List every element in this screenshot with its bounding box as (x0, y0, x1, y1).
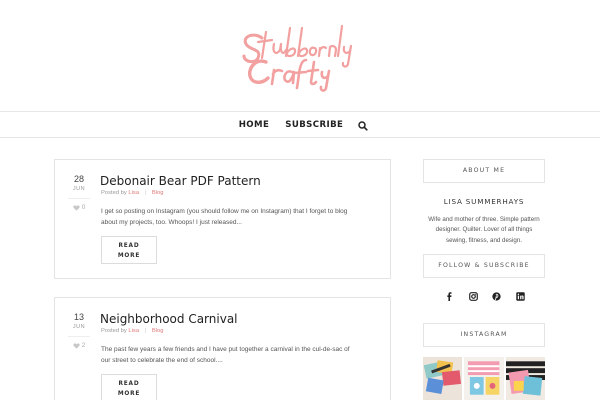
posted-by-label: Posted by (101, 328, 127, 334)
read-more-line-1: READ (118, 243, 140, 249)
post-title[interactable]: Neighborhood Carnival (100, 312, 238, 326)
nav-subscribe[interactable]: SUBSCRIBE (285, 120, 343, 130)
post-date: 28 JUN 0 (67, 174, 91, 211)
instagram-feed (423, 357, 545, 400)
like-counter[interactable]: 0 (67, 204, 91, 211)
author-link[interactable]: Lisa (128, 328, 139, 334)
category-link[interactable]: Blog (152, 328, 164, 334)
instagram-photo[interactable] (464, 357, 504, 400)
main-nav: HOME SUBSCRIBE (0, 111, 600, 138)
post-excerpt: I get so posting on Instagram (you shoul… (101, 208, 348, 226)
social-links (445, 290, 525, 302)
post-month: JUN (72, 324, 86, 330)
meta-separator: | (144, 190, 147, 196)
read-more-button[interactable]: READ MORE (101, 374, 157, 400)
like-count: 0 (81, 204, 86, 211)
instagram-photo[interactable] (423, 357, 463, 400)
read-more-line-2: MORE (117, 253, 141, 259)
pinterest-icon[interactable] (492, 291, 501, 301)
category-link[interactable]: Blog (152, 190, 164, 196)
posted-by-label: Posted by (101, 190, 127, 196)
author-name: LISA SUMMERHAYS (443, 197, 525, 206)
read-more-button[interactable]: READ MORE (101, 236, 157, 264)
post-day: 13 (73, 312, 84, 322)
instagram-photo[interactable] (505, 357, 545, 400)
linkedin-icon[interactable] (516, 291, 525, 301)
author-bio: Wife and mother of three. Simple pattern… (428, 216, 540, 244)
read-more-line-1: READ (118, 381, 140, 387)
post-meta: Posted by Lisa | Blog (101, 328, 163, 334)
read-more-line-2: MORE (117, 391, 141, 397)
post-meta: Posted by Lisa | Blog (101, 190, 163, 196)
like-count: 2 (81, 342, 86, 349)
about-me-title: ABOUT ME (423, 159, 545, 183)
post-title[interactable]: Debonair Bear PDF Pattern (100, 174, 261, 188)
site-logo[interactable] (232, 18, 368, 92)
facebook-icon[interactable] (445, 291, 454, 301)
instagram-icon[interactable] (468, 291, 478, 301)
date-divider (68, 336, 90, 337)
author-link[interactable]: Lisa (128, 190, 139, 196)
post-month: JUN (72, 186, 86, 192)
nav-home[interactable]: HOME (239, 120, 270, 130)
instagram-title: INSTAGRAM (423, 323, 545, 347)
search-icon[interactable] (357, 119, 369, 131)
date-divider (68, 198, 90, 199)
post-day: 28 (73, 174, 84, 184)
follow-subscribe-title: FOLLOW & SUBSCRIBE (423, 254, 545, 278)
meta-separator: | (144, 328, 147, 334)
heart-icon (73, 342, 80, 349)
post-date: 13 JUN 2 (67, 312, 91, 349)
heart-icon (73, 204, 80, 211)
like-counter[interactable]: 2 (67, 342, 91, 349)
post-excerpt: The past few years a few friends and I h… (101, 346, 350, 364)
blog-post: 13 JUN 2 Neighborhood Carnival Posted by… (54, 297, 391, 400)
blog-post: 28 JUN 0 Debonair Bear PDF Pattern Poste… (54, 159, 391, 279)
stubbornly-crafty-logo (242, 24, 353, 92)
